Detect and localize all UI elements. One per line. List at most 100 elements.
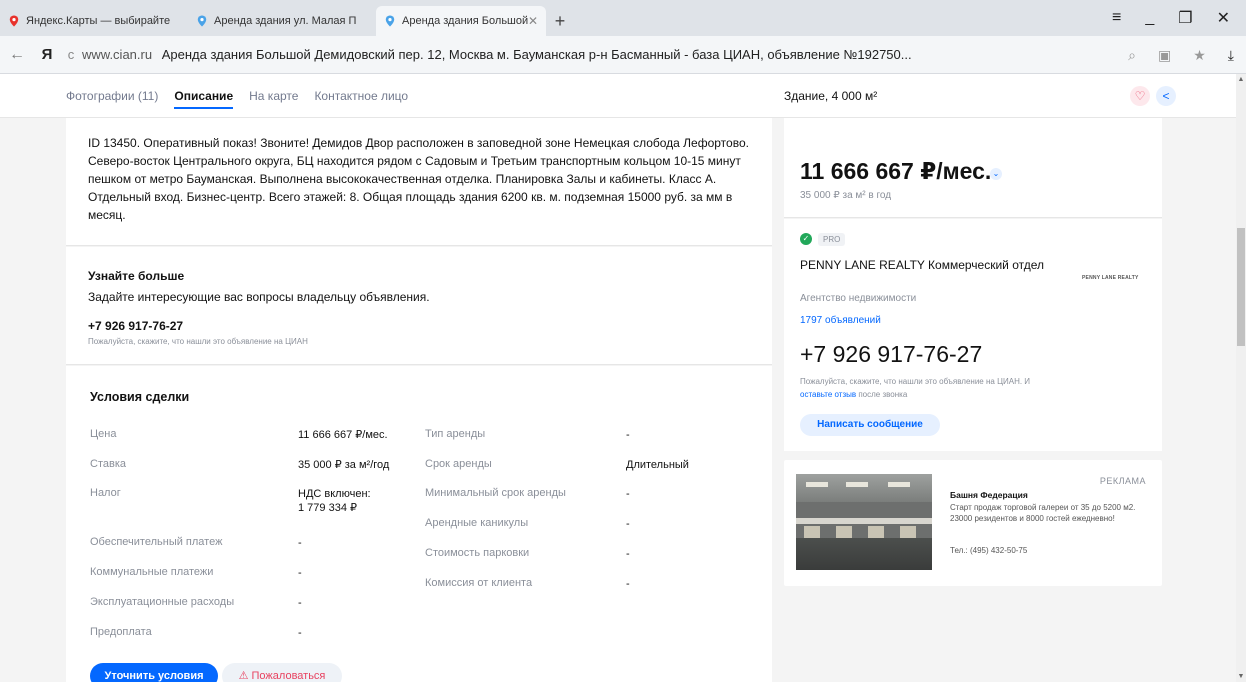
complain-button[interactable]: ⚠ Пожаловаться: [222, 663, 342, 682]
yandex-maps-pin-icon: [8, 15, 20, 27]
minimize-icon[interactable]: _: [1145, 9, 1154, 27]
pro-badge: PRO: [818, 233, 846, 246]
term-label: Эксплуатационные расходы: [90, 596, 235, 608]
write-message-button[interactable]: Написать сообщение: [800, 414, 940, 436]
listing-summary: Здание, 4 000 м²: [784, 89, 878, 103]
owner-phone-link[interactable]: +7 926 917-76-27: [88, 319, 183, 333]
new-tab-button[interactable]: +: [546, 6, 574, 36]
ad-text: Старт продаж торговой галереи от 35 до 5…: [950, 503, 1136, 523]
tab-title: Аренда здания ул. Малая П: [214, 15, 357, 27]
ad-image-floor: [796, 538, 932, 570]
term-value: 11 666 667 ₽/мес.: [298, 429, 388, 441]
agent-note-prefix: Пожалуйста, скажите, что нашли это объяв…: [800, 377, 1031, 386]
ad-image-lamp: [846, 482, 868, 487]
term-label: Комиссия от клиента: [425, 577, 533, 589]
term-label: Предоплата: [90, 626, 152, 638]
term-label: Коммунальные платежи: [90, 566, 214, 578]
address-bar-icons: ⌕ ▣ ★ ⤓: [1128, 36, 1234, 74]
close-window-icon[interactable]: ✕: [1217, 8, 1230, 28]
agency-logo[interactable]: PENNY LANE REALTY: [1082, 275, 1139, 281]
price-card: 11 666 667 ₽/мес. ⌄ 35 000 ₽ за м² в год: [784, 118, 1162, 218]
term-value: -: [298, 627, 302, 639]
window-controls: ≡ _ ❐ ✕: [1112, 0, 1246, 36]
restore-icon[interactable]: ❐: [1178, 8, 1192, 28]
agent-name[interactable]: PENNY LANE REALTY Коммерческий отдел: [800, 257, 1060, 274]
scroll-down-arrow-icon[interactable]: ▼: [1236, 673, 1246, 680]
url-page-title: Аренда здания Большой Демидовский пер. 1…: [161, 47, 912, 62]
agent-card: ✓ PRO PENNY LANE REALTY Коммерческий отд…: [784, 219, 1162, 451]
agent-note-suffix: после звонка: [856, 390, 908, 399]
verified-check-icon: ✓: [800, 233, 812, 245]
browser-tab-bolshoy[interactable]: Аренда здания Большой ✕: [376, 6, 546, 36]
ad-image[interactable]: [796, 474, 932, 570]
term-value: 35 000 ₽ за м²/год: [298, 459, 390, 471]
url-domain: www.cian.ru: [82, 47, 153, 62]
term-value: -: [298, 567, 302, 579]
search-icon[interactable]: ⌕: [1128, 47, 1136, 64]
chevron-down-icon[interactable]: ⌄: [990, 168, 1002, 180]
ad-title[interactable]: Башня Федерация: [950, 490, 1028, 500]
term-value: -: [298, 597, 302, 609]
browser-menu-icon[interactable]: ≡: [1112, 9, 1121, 27]
description-section: ID 13450. Оперативный показ! Звоните! Де…: [66, 118, 772, 246]
term-label: Арендные каникулы: [425, 517, 529, 529]
term-value: -: [626, 548, 630, 560]
price-per-meter: 35 000 ₽ за м² в год: [800, 190, 892, 201]
ad-phone: Тел.: (495) 432-50-75: [950, 546, 1028, 555]
map-pin-icon: [384, 15, 396, 27]
agent-type: Агентство недвижимости: [800, 293, 917, 304]
ad-image-lamp: [806, 482, 828, 487]
term-label: Тип аренды: [425, 428, 486, 440]
agent-phone[interactable]: +7 926 917-76-27: [800, 341, 982, 368]
ad-banner[interactable]: РЕКЛАМА Башня Федерация Старт продаж тор…: [784, 460, 1162, 586]
download-icon[interactable]: ⤓: [1228, 47, 1234, 64]
term-label: Обеспечительный платеж: [90, 536, 223, 548]
tab-title: Яндекс.Карты — выбирайте: [26, 15, 171, 27]
term-label: Стоимость парковки: [425, 547, 530, 559]
agent-note: Пожалуйста, скажите, что нашли это объяв…: [800, 375, 1060, 401]
term-label: Ставка: [90, 458, 126, 470]
browser-tab-yandex-maps[interactable]: Яндекс.Карты — выбирайте: [0, 6, 188, 36]
deal-terms-section: Условия сделки Цена 11 666 667 ₽/мес. Ст…: [66, 366, 772, 682]
page-scrollbar[interactable]: ▲ ▼: [1236, 74, 1246, 682]
leave-review-link[interactable]: оставьте отзыв: [800, 390, 856, 399]
yandex-logo-icon[interactable]: Я: [34, 46, 60, 63]
ad-label: РЕКЛАМА: [1099, 476, 1146, 486]
scroll-up-arrow-icon[interactable]: ▲: [1236, 76, 1246, 83]
back-arrow-icon[interactable]: ←: [0, 46, 34, 64]
listing-sticky-header: Фотографии (11) Описание На карте Контак…: [0, 74, 1236, 118]
term-value: -: [626, 518, 630, 530]
browser-tab-malaya[interactable]: Аренда здания ул. Малая П: [188, 6, 376, 36]
bookmark-star-icon[interactable]: ★: [1193, 47, 1206, 64]
term-value: -: [298, 537, 302, 549]
learn-more-note: Пожалуйста, скажите, что нашли это объяв…: [88, 337, 308, 346]
listing-section-tabs: Фотографии (11) Описание На карте Контак…: [66, 74, 408, 118]
favorite-heart-icon[interactable]: ♡: [1130, 86, 1150, 106]
url-field[interactable]: www.cian.ru Аренда здания Большой Демидо…: [82, 47, 1032, 62]
tab-map[interactable]: На карте: [249, 89, 298, 103]
tab-photos[interactable]: Фотографии (11): [66, 89, 158, 103]
term-value: -: [626, 429, 630, 441]
term-value: -: [626, 578, 630, 590]
term-label: Цена: [90, 428, 117, 440]
scrollbar-thumb[interactable]: [1237, 228, 1245, 346]
description-text: ID 13450. Оперативный показ! Звоните! Де…: [88, 136, 749, 222]
ad-image-lamp: [888, 482, 910, 487]
share-icon[interactable]: <: [1156, 86, 1176, 106]
reader-mode-icon[interactable]: ▣: [1158, 47, 1171, 64]
browser-tab-bar: Яндекс.Карты — выбирайте Аренда здания у…: [0, 0, 1246, 36]
reload-icon[interactable]: c: [60, 47, 82, 62]
term-label: Налог: [90, 487, 121, 499]
learn-more-title: Узнайте больше: [88, 269, 185, 283]
term-label: Срок аренды: [425, 458, 492, 470]
tab-contact[interactable]: Контактное лицо: [314, 89, 408, 103]
clarify-terms-button[interactable]: Уточнить условия: [90, 663, 218, 682]
tab-description[interactable]: Описание: [174, 89, 234, 109]
address-bar: ← Я c www.cian.ru Аренда здания Большой …: [0, 36, 1246, 74]
close-tab-icon[interactable]: ✕: [528, 14, 538, 28]
learn-more-section: Узнайте больше Задайте интересующие вас …: [66, 247, 772, 365]
agent-ads-link[interactable]: 1797 объявлений: [800, 315, 881, 326]
tab-title: Аренда здания Большой: [402, 15, 529, 27]
term-label: Минимальный срок аренды: [425, 487, 566, 499]
deal-terms-title: Условия сделки: [90, 390, 190, 404]
